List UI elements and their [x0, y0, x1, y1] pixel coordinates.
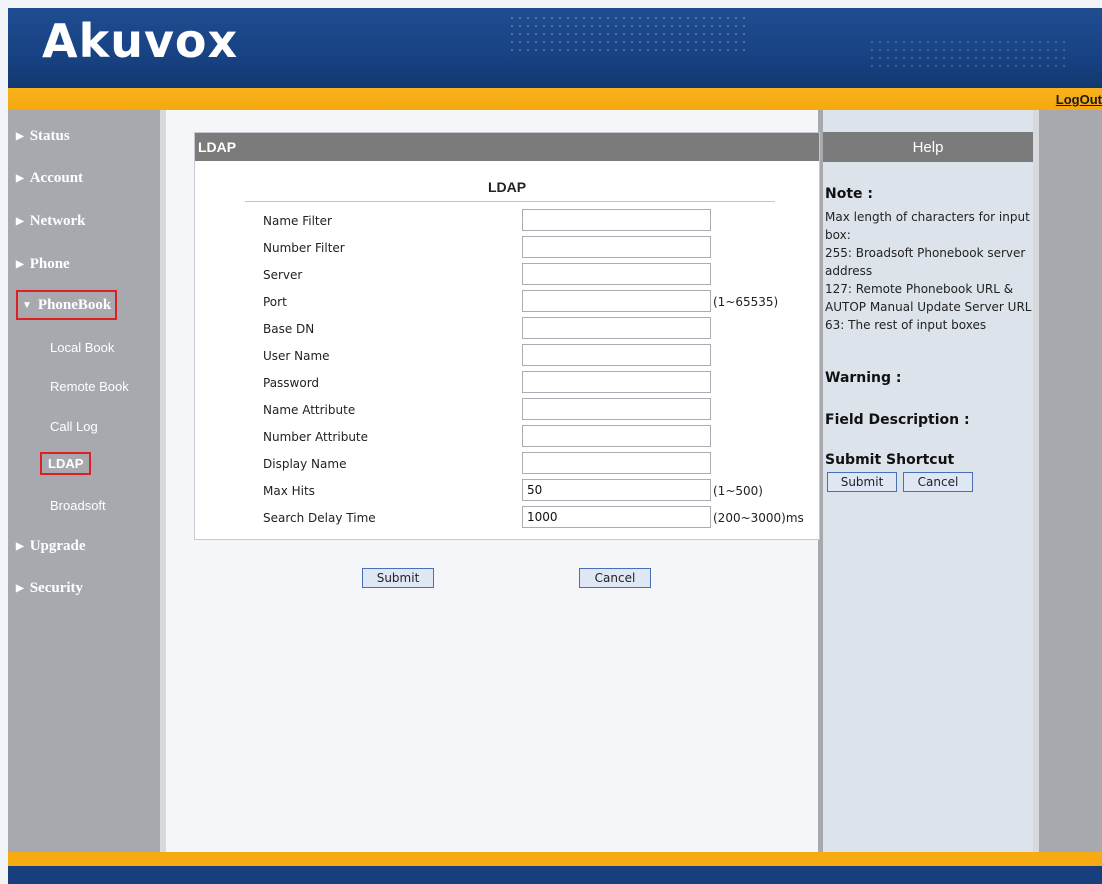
sidebar-item-status[interactable]: ▶ Status [12, 124, 70, 148]
server-input[interactable] [522, 263, 711, 285]
section-title: LDAP [487, 179, 527, 195]
sidebar-item-phone[interactable]: ▶ Phone [12, 252, 70, 276]
main-content: LDAP LDAP Name Filter Number Filter Serv… [160, 110, 820, 852]
submit-shortcut-heading: Submit Shortcut [825, 452, 955, 468]
sidebar-subitem-local-book[interactable]: Local Book [50, 340, 114, 355]
triangle-right-icon: ▶ [16, 258, 24, 270]
right-gutter [1033, 110, 1102, 852]
note-line: 127: Remote Phonebook URL & AUTOP Manual… [825, 282, 1032, 314]
form-row-name-attribute: Name Attribute [195, 398, 819, 420]
form-row-server: Server [195, 263, 819, 285]
warning-heading: Warning : [825, 370, 902, 386]
form-row-user-name: User Name [195, 344, 819, 366]
form-row-number-filter: Number Filter [195, 236, 819, 258]
akuvox-logo: Akuvox [42, 14, 239, 68]
form-row-number-attribute: Number Attribute [195, 425, 819, 447]
port-input[interactable] [522, 290, 711, 312]
logout-link[interactable]: LogOut [1056, 92, 1102, 107]
app-frame: Akuvox LogOut ▶ Status ▶ Account ▶ Netwo… [8, 8, 1102, 884]
section-divider [245, 201, 775, 202]
name-filter-input[interactable] [522, 209, 711, 231]
form-row-name-filter: Name Filter [195, 209, 819, 231]
number-filter-input[interactable] [522, 236, 711, 258]
note-line: 63: The rest of input boxes [825, 318, 987, 332]
help-panel: Help Note : Max length of characters for… [823, 110, 1033, 852]
user-name-input[interactable] [522, 344, 711, 366]
field-label: Base DN [263, 322, 315, 336]
sidebar-subitem-call-log[interactable]: Call Log [50, 419, 98, 434]
top-orange-bar [8, 88, 1102, 110]
field-label: User Name [263, 349, 330, 363]
panel-title: LDAP [195, 133, 819, 161]
field-description-heading: Field Description : [825, 412, 970, 428]
form-row-password: Password [195, 371, 819, 393]
note-line: 255: Broadsoft Phonebook server address [825, 246, 1026, 278]
sidebar-item-security[interactable]: ▶ Security [12, 576, 83, 600]
sidebar-item-label: Status [29, 127, 70, 144]
help-title: Help [823, 132, 1033, 162]
form-row-port: Port (1~65535) [195, 290, 819, 312]
name-attribute-input[interactable] [522, 398, 711, 420]
field-label: Password [263, 376, 320, 390]
field-label: Name Filter [263, 214, 332, 228]
triangle-right-icon: ▶ [16, 215, 24, 227]
form-row-max-hits: Max Hits (1~500) [195, 479, 819, 501]
field-label: Server [263, 268, 303, 282]
header-pattern [508, 14, 748, 54]
triangle-right-icon: ▶ [16, 582, 24, 594]
note-line: Max length of characters for input box: [825, 210, 1030, 242]
field-hint: (1~500) [713, 484, 763, 498]
search-delay-time-input[interactable] [522, 506, 711, 528]
field-label: Max Hits [263, 484, 315, 498]
sidebar-subitem-ldap[interactable]: LDAP [40, 452, 92, 475]
field-hint: (200~3000)ms [713, 511, 804, 525]
sidebar-item-label: PhoneBook [37, 296, 112, 313]
sidebar-item-label: Network [29, 212, 86, 229]
submit-button[interactable]: Submit [362, 568, 434, 588]
sidebar-subitem-remote-book[interactable]: Remote Book [50, 379, 129, 394]
base-dn-input[interactable] [522, 317, 711, 339]
field-label: Name Attribute [263, 403, 356, 417]
field-label: Display Name [263, 457, 347, 471]
password-input[interactable] [522, 371, 711, 393]
sidebar-item-label: Account [29, 169, 84, 186]
number-attribute-input[interactable] [522, 425, 711, 447]
form-row-base-dn: Base DN [195, 317, 819, 339]
triangle-right-icon: ▶ [16, 540, 24, 552]
sidebar-item-label: Phone [29, 255, 70, 272]
triangle-down-icon: ▼ [22, 299, 32, 311]
sidebar-item-label: Security [29, 579, 84, 596]
field-label: Number Attribute [263, 430, 369, 444]
sidebar-subitem-broadsoft[interactable]: Broadsoft [50, 498, 106, 513]
sidebar-item-account[interactable]: ▶ Account [12, 166, 83, 190]
cancel-button[interactable]: Cancel [579, 568, 651, 588]
header-pattern-2 [868, 38, 1068, 68]
sidebar-nav: ▶ Status ▶ Account ▶ Network ▶ Phone ▼ P… [8, 110, 160, 852]
sidebar-item-phonebook[interactable]: ▼ PhoneBook [16, 290, 118, 320]
bottom-orange-bar [8, 852, 1102, 866]
sidebar-item-network[interactable]: ▶ Network [12, 209, 86, 233]
form-row-display-name: Display Name [195, 452, 819, 474]
sidebar-item-label: Upgrade [29, 537, 86, 554]
bottom-blue-bar [8, 866, 1102, 884]
shortcut-submit-button[interactable]: Submit [827, 472, 897, 492]
field-label: Search Delay Time [263, 511, 376, 525]
sidebar-item-upgrade[interactable]: ▶ Upgrade [12, 534, 86, 558]
max-hits-input[interactable] [522, 479, 711, 501]
header-banner: Akuvox [8, 8, 1102, 88]
field-label: Number Filter [263, 241, 345, 255]
note-heading: Note : [825, 186, 873, 202]
field-label: Port [263, 295, 287, 309]
triangle-right-icon: ▶ [16, 130, 24, 142]
shortcut-cancel-button[interactable]: Cancel [903, 472, 973, 492]
field-hint: (1~65535) [713, 295, 779, 309]
form-row-search-delay-time: Search Delay Time (200~3000)ms [195, 506, 819, 528]
triangle-right-icon: ▶ [16, 172, 24, 184]
display-name-input[interactable] [522, 452, 711, 474]
ldap-panel: LDAP LDAP Name Filter Number Filter Serv… [194, 132, 820, 540]
note-body: Max length of characters for input box: … [825, 208, 1033, 334]
